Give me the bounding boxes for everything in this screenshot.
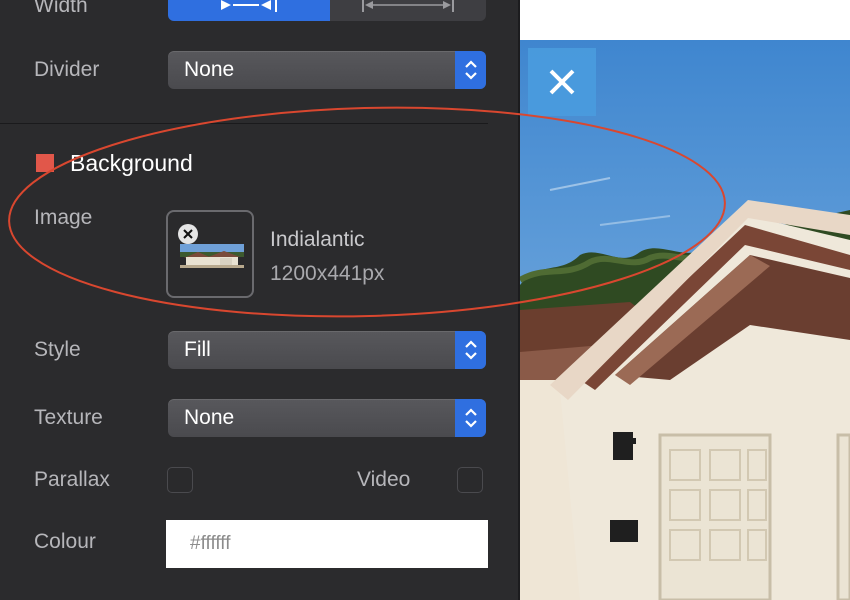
parallax-checkbox[interactable] xyxy=(167,467,193,493)
close-button[interactable] xyxy=(528,48,596,116)
image-dimensions: 1200x441px xyxy=(270,262,385,285)
remove-image-icon[interactable] xyxy=(178,224,198,244)
style-label: Style xyxy=(34,338,81,361)
style-select-value: Fill xyxy=(184,338,211,361)
texture-select-value: None xyxy=(184,406,235,429)
background-photo xyxy=(520,40,850,600)
image-label: Image xyxy=(34,206,93,229)
shrink-arrows-icon xyxy=(221,0,277,12)
width-option-full[interactable] xyxy=(330,0,486,21)
parallax-label: Parallax xyxy=(34,468,110,491)
colour-label: Colour xyxy=(34,530,96,553)
chevron-updown-icon xyxy=(455,51,486,89)
expand-arrows-icon xyxy=(362,0,454,12)
style-select[interactable]: Fill xyxy=(168,331,486,369)
colour-input-value: #ffffff xyxy=(190,533,231,554)
close-icon xyxy=(549,69,575,95)
width-segmented-control xyxy=(168,0,486,21)
width-label: Width xyxy=(34,0,88,17)
colour-input[interactable]: #ffffff xyxy=(166,520,488,568)
section-divider xyxy=(0,123,488,124)
chevron-updown-icon xyxy=(455,399,486,437)
background-image-thumbnail[interactable] xyxy=(166,210,254,298)
width-option-fit[interactable] xyxy=(168,0,330,21)
background-section-title: Background xyxy=(70,150,193,176)
video-checkbox[interactable] xyxy=(457,467,483,493)
chevron-updown-icon xyxy=(455,331,486,369)
texture-select[interactable]: None xyxy=(168,399,486,437)
texture-label: Texture xyxy=(34,406,103,429)
image-name: Indialantic xyxy=(270,228,365,251)
thumbnail-image xyxy=(180,244,244,268)
settings-panel: Width Divider None Background Image Indi… xyxy=(0,0,518,600)
background-section-marker xyxy=(36,154,54,172)
divider-select[interactable]: None xyxy=(168,51,486,89)
divider-select-value: None xyxy=(184,58,235,81)
stage: Width Divider None Background Image Indi… xyxy=(0,0,850,600)
divider-label: Divider xyxy=(34,58,100,81)
video-label: Video xyxy=(357,468,411,491)
preview-top-strip xyxy=(520,0,850,40)
